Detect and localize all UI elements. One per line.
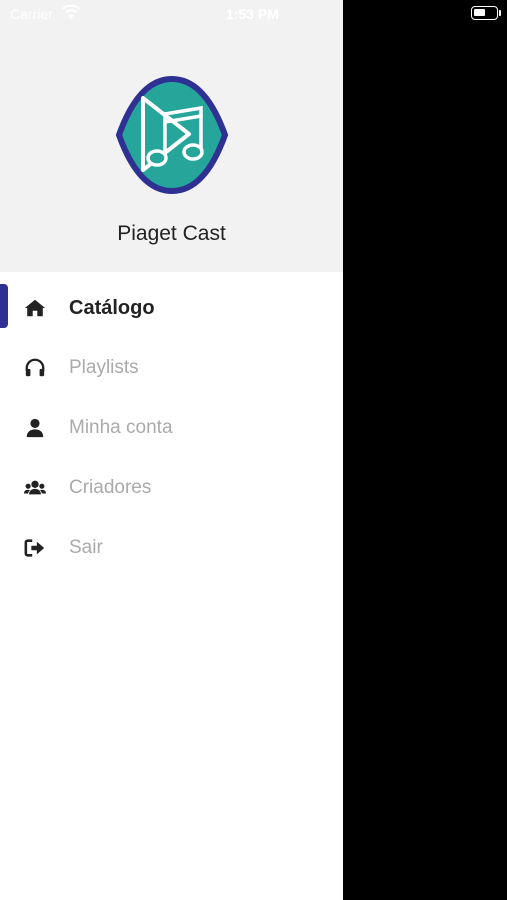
status-time: 1:53 PM <box>226 6 279 22</box>
menu-item-criadores[interactable]: Criadores <box>0 458 343 518</box>
app-name: Piaget Cast <box>117 222 226 245</box>
menu-item-label: Sair <box>69 537 103 558</box>
battery-icon <box>471 6 498 20</box>
menu-item-catalogo[interactable]: Catálogo <box>0 278 343 338</box>
drawer-menu: Catálogo Playlists Minha conta Criadores… <box>0 278 343 578</box>
menu-item-label: Playlists <box>69 357 139 378</box>
menu-item-minha-conta[interactable]: Minha conta <box>0 398 343 458</box>
menu-item-label: Criadores <box>69 477 152 498</box>
navigation-drawer: Piaget Cast Catálogo Playlists Minha con… <box>0 0 343 900</box>
active-indicator <box>0 284 8 328</box>
menu-item-label: Catálogo <box>69 297 155 319</box>
app-logo-icon <box>115 76 229 194</box>
menu-item-playlists[interactable]: Playlists <box>0 338 343 398</box>
battery-tip <box>499 10 501 16</box>
wifi-icon <box>61 4 81 19</box>
carrier-label: Carrier <box>10 6 53 22</box>
drawer-backdrop[interactable] <box>343 0 507 900</box>
sign-out-icon <box>24 539 45 557</box>
battery-level <box>474 9 485 16</box>
home-icon <box>24 299 46 317</box>
user-icon <box>26 418 44 438</box>
menu-item-sair[interactable]: Sair <box>0 518 343 578</box>
menu-item-label: Minha conta <box>69 417 173 438</box>
drawer-header: Piaget Cast <box>0 0 343 272</box>
users-icon <box>24 480 46 495</box>
status-bar: Carrier 1:53 PM <box>0 0 507 28</box>
headphones-icon <box>25 358 45 377</box>
